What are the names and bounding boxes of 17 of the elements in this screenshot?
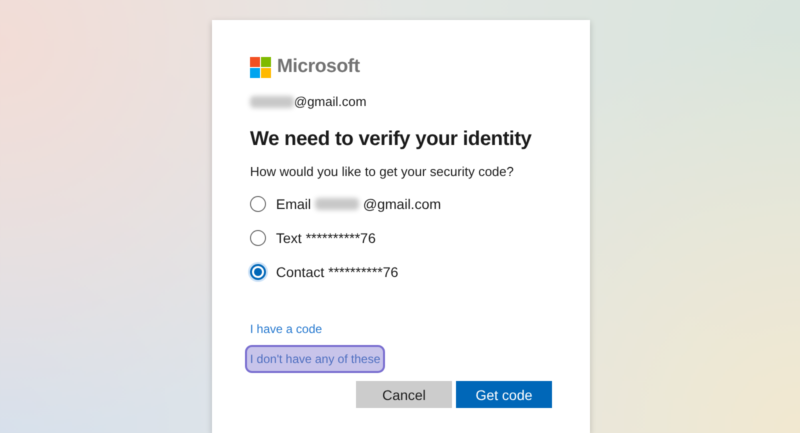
option-value: **********76 (328, 264, 398, 280)
radio-button[interactable] (250, 264, 266, 280)
cancel-button[interactable]: Cancel (356, 381, 452, 408)
logo-icon (250, 56, 271, 78)
account-email: @gmail.com (294, 94, 366, 109)
option-value: **********76 (306, 230, 376, 246)
option-value: @gmail.com (363, 196, 442, 212)
option-label: Email (276, 196, 312, 212)
page-title: We need to verify your identity (250, 127, 532, 152)
text-link[interactable]: I have a code (247, 317, 326, 341)
prompt-text: How would you like to get your security code? (250, 164, 515, 179)
option-label: Text (276, 230, 302, 246)
brand-name: Microsoft (277, 56, 360, 78)
radio-button[interactable] (250, 196, 266, 212)
get-code-button[interactable]: Get code (456, 381, 552, 408)
radio-button[interactable] (250, 230, 266, 246)
option-label: Contact (276, 264, 324, 280)
